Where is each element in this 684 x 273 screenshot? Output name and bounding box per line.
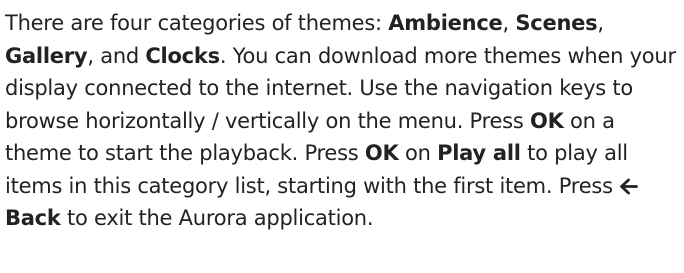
instruction-text-block: There are four categories of themes: Amb… (5, 7, 681, 235)
text-run-comma: , (502, 11, 516, 35)
left-arrow-icon (619, 178, 639, 195)
key-ok-label: OK (364, 141, 399, 165)
category-clocks: Clocks (145, 43, 220, 68)
text-run-intro: There are four categories of themes: (5, 11, 389, 35)
text-run-exit-app: to exit the Aurora application. (60, 206, 374, 230)
text-run-and: , and (87, 43, 146, 68)
category-gallery: Gallery (5, 43, 88, 68)
key-ok-label: OK (530, 108, 564, 133)
text-run-on: on (398, 141, 438, 165)
text-run-comma: , (597, 11, 604, 35)
category-ambience: Ambience (388, 11, 503, 35)
key-back-label: Back (5, 206, 61, 230)
instruction-paragraph: There are four categories of themes: Amb… (5, 7, 681, 235)
play-all-label: Play all (437, 141, 521, 165)
category-scenes: Scenes (515, 11, 598, 35)
